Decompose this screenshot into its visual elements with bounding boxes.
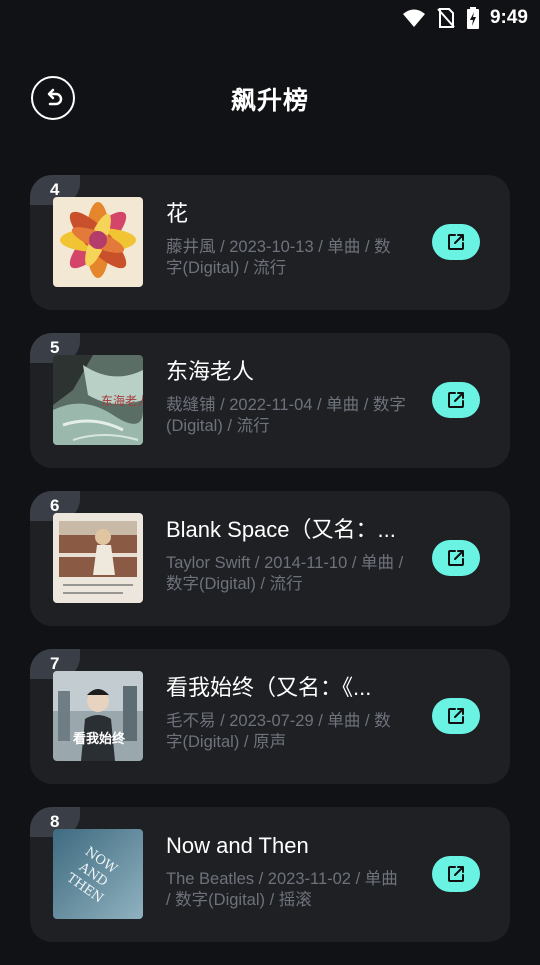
open-external-button[interactable]: [432, 856, 480, 892]
album-cover: [53, 513, 143, 603]
header: 飙升榜: [0, 72, 540, 128]
list-item[interactable]: 8 NOW AND THEN Now and Then The Beatles …: [30, 807, 510, 942]
open-external-button[interactable]: [432, 540, 480, 576]
open-external-button[interactable]: [432, 698, 480, 734]
open-external-button[interactable]: [432, 224, 480, 260]
song-meta: The Beatles / 2023-11-02 / 单曲 / 数字(Digit…: [166, 870, 398, 909]
song-title: 东海老人: [166, 359, 255, 384]
song-title: Now and Then: [166, 833, 309, 858]
external-link-icon: [448, 550, 464, 566]
list-item[interactable]: 5 东海老人 东海老人 裁缝铺 / 2022-11-04 / 单曲 / 数字(D…: [30, 333, 510, 468]
song-info: 看我始终（又名：《... 毛不易 / 2023-07-29 / 单曲 / 数字(…: [166, 673, 406, 753]
chart-list: 4 花 藤井風 / 2023-10-13 / 单曲 / 数字(Digital) …: [30, 175, 510, 965]
external-link-icon: [448, 866, 464, 882]
song-meta: 藤井風 / 2023-10-13 / 单曲 / 数字(Digital) / 流行: [166, 238, 391, 277]
svg-text:东海老人: 东海老人: [101, 393, 143, 408]
song-meta: 裁缝铺 / 2022-11-04 / 单曲 / 数字(Digital) / 流行: [166, 396, 406, 435]
song-info: Blank Space（又名：... Taylor Swift / 2014-1…: [166, 515, 406, 595]
song-meta: 毛不易 / 2023-07-29 / 单曲 / 数字(Digital) / 原声: [166, 712, 391, 751]
album-cover: NOW AND THEN: [53, 829, 143, 919]
list-item[interactable]: 6 Blank Space（又名：... Taylor Swift / 2014…: [30, 491, 510, 626]
external-link-icon: [448, 708, 464, 724]
external-link-icon: [448, 392, 464, 408]
wifi-icon: [402, 9, 425, 27]
song-info: Now and Then The Beatles / 2023-11-02 / …: [166, 831, 406, 911]
list-item[interactable]: 7 看我始终 看我始终（又名：《... 毛不易 / 2023-07-29 / 单…: [30, 649, 510, 784]
svg-text:看我始终: 看我始终: [73, 731, 126, 747]
external-link-icon: [448, 234, 464, 250]
battery-charging-icon: [466, 7, 479, 29]
song-title: 看我始终（又名：《...: [166, 675, 372, 700]
album-cover: 看我始终: [53, 671, 143, 761]
song-meta: Taylor Swift / 2014-11-10 / 单曲 / 数字(Digi…: [166, 554, 404, 593]
status-icons: 9:49: [402, 6, 528, 30]
list-item[interactable]: 4 花 藤井風 / 2023-10-13 / 单曲 / 数字(Digital) …: [30, 175, 510, 310]
album-cover: 东海老人: [53, 355, 143, 445]
open-external-button[interactable]: [432, 382, 480, 418]
no-sim-icon: [437, 8, 455, 28]
song-title: 花: [166, 201, 189, 226]
status-bar: 9:49: [0, 0, 540, 36]
song-title: Blank Space（又名：...: [166, 517, 396, 542]
album-cover: [53, 197, 143, 287]
page-title: 飙升榜: [230, 86, 309, 115]
status-time: 9:49: [489, 7, 528, 28]
song-info: 东海老人 裁缝铺 / 2022-11-04 / 单曲 / 数字(Digital)…: [166, 357, 406, 437]
song-info: 花 藤井風 / 2023-10-13 / 单曲 / 数字(Digital) / …: [166, 199, 406, 279]
